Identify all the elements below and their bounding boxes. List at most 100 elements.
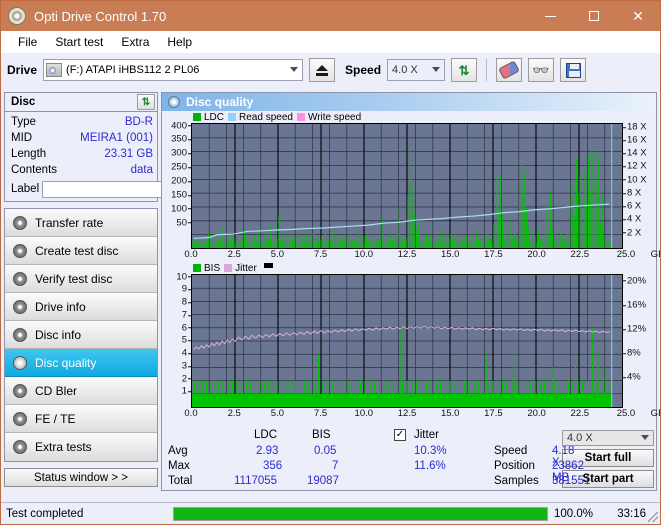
legend-swatch-ldc — [193, 113, 201, 121]
close-button[interactable]: ✕ — [616, 1, 660, 31]
clear-button[interactable] — [496, 58, 523, 82]
minimize-button[interactable] — [528, 1, 572, 31]
top-chart-legend: LDC Read speed Write speed — [162, 111, 656, 123]
menu-help[interactable]: Help — [158, 33, 201, 51]
window-controls: ✕ — [528, 1, 660, 31]
top-y2tick-10x: 10 X — [623, 173, 647, 185]
toolbar-divider — [486, 59, 488, 81]
jitter-checkbox[interactable]: ✓ — [394, 429, 406, 441]
chevron-down-icon — [290, 67, 299, 72]
sidebar-item-drive-info[interactable]: Drive info — [5, 293, 157, 321]
disc-rows: Type BD-R MID MEIRA1 (001) Length 23.31 … — [5, 112, 244, 201]
bot-xtick-3: 7.5 — [313, 408, 328, 419]
menu-extra[interactable]: Extra — [112, 33, 158, 51]
inspect-button[interactable]: 👓 — [528, 58, 555, 82]
charts: LDC Read speed Write speed 400 350 300 2… — [162, 111, 660, 428]
progress-bar-fill — [174, 507, 547, 520]
top-xtick-2: 5.0 — [270, 249, 284, 260]
page-title: Disc quality — [186, 95, 254, 109]
bot-y2tick-16: 16% — [622, 299, 647, 311]
bottom-series-jitter — [193, 325, 611, 350]
bot-xtick-5: 12.5 — [397, 408, 417, 419]
disc-refresh-button[interactable]: ⇅ — [137, 94, 155, 110]
speed-label: Speed — [345, 63, 382, 77]
refresh-icon: ⇅ — [141, 96, 151, 108]
top-xtick-4: 10.0 — [354, 249, 374, 260]
menu-bar: File Start test Extra Help — [1, 31, 660, 53]
sidebar-item-extra-tests[interactable]: Extra tests — [5, 433, 157, 461]
legend-label-read-speed: Read speed — [239, 111, 293, 123]
eraser-icon — [498, 60, 520, 80]
sidebar-item-verify-test-disc[interactable]: Verify test disc — [5, 265, 157, 293]
test-speed-select[interactable]: 4.0 X — [562, 430, 654, 447]
sidebar-item-disc-info[interactable]: Disc info — [5, 321, 157, 349]
top-xtick-1: 2.5 — [227, 249, 241, 260]
bot-xaxis-unit: GB — [650, 408, 660, 419]
top-y2tick-2x: 2 X — [622, 226, 642, 238]
disc-key-mid: MID — [11, 132, 33, 144]
top-xtick-3: 7.5 — [313, 249, 328, 260]
menu-file[interactable]: File — [9, 33, 46, 51]
top-plot-area — [191, 123, 623, 249]
resize-grip[interactable] — [648, 512, 658, 522]
disc-row-mid: MID MEIRA1 (001) — [11, 130, 153, 146]
jitter-max: 11.6% — [414, 460, 446, 472]
disc-icon — [13, 411, 27, 426]
speed-select[interactable]: 4.0 X — [387, 59, 446, 81]
maximize-button[interactable] — [572, 1, 616, 31]
top-xaxis-unit: GB — [650, 249, 660, 260]
stats-key-speed: Speed — [494, 445, 528, 457]
drive-select[interactable]: (F:) ATAPI iHBS112 2 PL06 — [43, 59, 304, 81]
disc-row-length: Length 23.31 GB — [11, 146, 153, 162]
save-icon — [565, 62, 581, 78]
sidebar-item-cd-bler[interactable]: CD Bler — [5, 377, 157, 405]
sidebar-item-create-test-disc[interactable]: Create test disc — [5, 237, 157, 265]
eject-button[interactable] — [309, 58, 336, 82]
scroll-thumb-marker[interactable] — [263, 263, 273, 268]
sidebar-label-drive-info: Drive info — [35, 299, 86, 314]
stats-key-samples: Samples — [494, 475, 539, 487]
top-y2tick-4x: 4 X — [622, 213, 642, 225]
stats-avg-ldc: 2.93 — [256, 445, 279, 457]
bot-ytick-10: 10 — [176, 270, 191, 282]
stats-jitter: ✓ Jitter 10.3% 11.6% — [374, 429, 494, 488]
top-y2tick-18x: 18 X — [623, 121, 647, 133]
menu-start-test[interactable]: Start test — [46, 33, 112, 51]
sidebar-label-create-test-disc: Create test disc — [35, 243, 119, 258]
status-window-button[interactable]: Status window > > — [4, 468, 158, 487]
legend-ldc: LDC — [193, 112, 224, 123]
legend-swatch-write-speed — [296, 113, 305, 121]
bot-xtick-7: 17.5 — [484, 408, 503, 419]
bottom-x-axis: 0.0 2.5 5.0 7.5 10.0 12.5 15.0 17.5 20.0… — [184, 408, 660, 421]
save-button[interactable] — [560, 58, 587, 82]
bottom-plot-svg — [192, 275, 622, 407]
stats-panel: LDC BIS Avg Max Total 2.93 0.05 356 7 11… — [162, 428, 656, 490]
disc-icon — [13, 271, 27, 286]
speed-select-value: 4.0 X — [392, 64, 418, 76]
bot-ytick-3: 3 — [181, 360, 192, 372]
sidebar-label-disc-info: Disc info — [35, 327, 82, 342]
sidebar-item-transfer-rate[interactable]: Transfer rate — [5, 209, 157, 237]
sidebar-item-fe-te[interactable]: FE / TE — [5, 405, 157, 433]
status-window-label: Status window > > — [34, 471, 128, 484]
legend-swatch-jitter — [224, 264, 233, 272]
top-ytick-350: 350 — [171, 133, 191, 145]
eject-icon — [316, 64, 329, 71]
start-full-label: Start full — [584, 452, 632, 465]
stats-max-bis: 7 — [332, 460, 339, 472]
app-icon — [8, 7, 26, 25]
stats-value-samples: 381551 — [552, 475, 591, 487]
sidebar-label-transfer-rate: Transfer rate — [35, 215, 104, 230]
main-area: Disc quality LDC Read speed Write speed … — [161, 89, 660, 491]
bot-ytick-4: 4 — [181, 347, 192, 359]
check-icon: ✓ — [395, 429, 405, 440]
bot-xtick-8: 20.0 — [527, 408, 546, 419]
bottom-plot-row: 10 9 8 7 6 5 4 3 2 1 20% 16% 12% 8% 4% — [162, 270, 656, 408]
sidebar-label-extra-tests: Extra tests — [35, 440, 92, 454]
status-bar: Test completed 100.0% 33:16 — [1, 502, 660, 524]
top-ytick-150: 150 — [171, 189, 191, 201]
bot-y2tick-20: 20% — [622, 274, 647, 286]
sidebar: Disc ⇅ Type BD-R MID MEIRA1 (001) Length… — [1, 89, 244, 491]
sidebar-item-disc-quality[interactable]: Disc quality — [5, 349, 157, 377]
refresh-button[interactable]: ⇅ — [451, 58, 478, 82]
